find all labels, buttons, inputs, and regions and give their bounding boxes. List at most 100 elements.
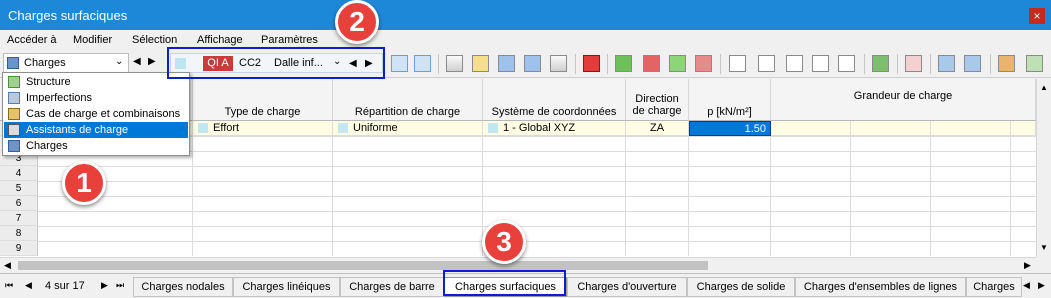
export-icon[interactable] [615, 55, 632, 72]
scroll-thumb[interactable] [18, 261, 708, 270]
tab-scroll-left-icon[interactable]: ◀ [1023, 280, 1030, 291]
table-cell[interactable] [931, 121, 1011, 136]
table-cell-system[interactable]: 1 - Global XYZ [483, 121, 626, 136]
vertical-scrollbar[interactable]: ▲ ▼ [1036, 79, 1051, 257]
callout-badge-1: 1 [62, 161, 106, 205]
last-page-icon[interactable]: ⏭ [116, 280, 124, 291]
align-bottom-icon[interactable] [964, 55, 981, 72]
table-cell[interactable] [771, 121, 851, 136]
tab-charges-lineiques[interactable]: Charges linéiques [233, 277, 340, 297]
dropdown-item-load-cases[interactable]: Cas de charge et combinaisons [4, 106, 188, 122]
filter-icon[interactable] [905, 55, 922, 72]
menu-bar: Accéder à Modifier Sélection Affichage P… [0, 30, 1051, 50]
row-number[interactable]: 7 [0, 211, 38, 226]
imperfections-icon [8, 92, 20, 104]
open-folder-icon[interactable] [472, 55, 489, 72]
column-header-grandeur-label: Grandeur de charge [853, 90, 953, 102]
color-swatch-icon [338, 123, 348, 133]
structure-icon [8, 76, 20, 88]
column-header-p-label: p [kN/m²] [707, 106, 752, 118]
scroll-up-icon[interactable]: ▲ [1040, 83, 1048, 92]
tab-charges-douverture[interactable]: Charges d'ouverture [567, 277, 687, 297]
tab-charges-more[interactable]: Charges [966, 277, 1022, 297]
remove-icon[interactable] [643, 55, 660, 72]
align-top-icon[interactable] [938, 55, 955, 72]
menu-acceder[interactable]: Accéder à [7, 34, 57, 46]
row-number[interactable]: 4 [0, 166, 38, 181]
menu-modifier[interactable]: Modifier [73, 34, 112, 46]
load-wizard-icon [8, 124, 20, 136]
tab-charges-de-barre[interactable]: Charges de barre [340, 277, 444, 297]
row-number[interactable]: 6 [0, 196, 38, 211]
table-cell[interactable] [1011, 121, 1036, 136]
move-left-icon[interactable] [669, 55, 686, 72]
scroll-corner [1036, 257, 1051, 273]
toolbar-separator [607, 54, 608, 74]
select-back-icon[interactable] [391, 55, 408, 72]
prev-arrow-icon[interactable]: ◀ [133, 56, 141, 67]
formula-clear-icon[interactable] [812, 55, 829, 72]
table-cell[interactable] [851, 121, 931, 136]
table-cell-p-selected[interactable]: 1.50 [689, 121, 771, 136]
window: Charges surfaciques × Accéder à Modifier… [0, 0, 1051, 298]
toolbar-separator [990, 54, 991, 74]
dropdown-item-load-wizards[interactable]: Assistants de charge [4, 122, 188, 138]
row-number[interactable]: 8 [0, 226, 38, 241]
tab-charges-ensembles-lignes[interactable]: Charges d'ensembles de lignes [795, 277, 966, 297]
insert-row-icon[interactable] [524, 55, 541, 72]
navigator-dropdown-list: Structure Imperfections Cas de charge et… [2, 72, 190, 156]
column-header-system[interactable]: Système de coordonnées [483, 79, 626, 121]
navigator-combo[interactable]: Charges ⌄ [3, 53, 129, 73]
column-header-repartition[interactable]: Répartition de charge [333, 79, 483, 121]
move-right-icon[interactable] [695, 55, 712, 72]
dropdown-item-label: Charges [26, 140, 68, 152]
column-header-type[interactable]: Type de charge [193, 79, 333, 121]
formula-edit-icon[interactable] [838, 55, 855, 72]
select-forward-icon[interactable] [414, 55, 431, 72]
window-icon[interactable] [729, 55, 746, 72]
dropdown-item-imperfections[interactable]: Imperfections [4, 90, 188, 106]
delete-icon[interactable] [583, 55, 600, 72]
table-cell-direction[interactable]: ZA [626, 121, 689, 136]
close-button[interactable]: × [1029, 8, 1045, 24]
menu-selection[interactable]: Sélection [132, 34, 177, 46]
dropdown-item-structure[interactable]: Structure [4, 74, 188, 90]
tab-charges-nodales[interactable]: Charges nodales [133, 277, 233, 297]
menu-parametres[interactable]: Paramètres [261, 34, 318, 46]
next-arrow-icon[interactable]: ▶ [148, 56, 156, 67]
column-header-p[interactable]: p [kN/m²] [689, 79, 771, 121]
add-row-icon[interactable] [498, 55, 515, 72]
table-cell-repartition[interactable]: Uniforme [333, 121, 483, 136]
highlight-box-tab [443, 270, 566, 296]
scroll-right-icon[interactable]: ▶ [1024, 260, 1031, 271]
tab-scroll-right-icon[interactable]: ▶ [1038, 280, 1045, 291]
menu-affichage[interactable]: Affichage [197, 34, 243, 46]
delete-row-icon[interactable] [550, 55, 567, 72]
column-header-grandeur[interactable]: Grandeur de charge [771, 79, 1036, 121]
decimal-icon[interactable] [1026, 55, 1043, 72]
scroll-down-icon[interactable]: ▼ [1040, 243, 1048, 252]
scroll-left-icon[interactable]: ◀ [4, 260, 11, 271]
column-header-direction[interactable]: Direction de charge [626, 79, 689, 121]
column-divider [688, 136, 689, 256]
toolbar-separator [575, 54, 576, 74]
prev-page-icon[interactable]: ◀ [25, 280, 32, 291]
callout-badge-2: 2 [335, 0, 379, 44]
excel-icon[interactable] [872, 55, 889, 72]
next-page-icon[interactable]: ▶ [101, 280, 108, 291]
tab-charges-de-solide[interactable]: Charges de solide [687, 277, 795, 297]
dropdown-item-label: Structure [26, 76, 71, 88]
row-number[interactable]: 9 [0, 241, 38, 256]
color-swatch-icon [198, 123, 208, 133]
settings-icon[interactable] [998, 55, 1015, 72]
table-view-icon[interactable] [446, 55, 463, 72]
navigator-combo-value: Charges [24, 57, 66, 69]
table-cell-type[interactable]: Effort [193, 121, 333, 136]
toolbar-separator [720, 54, 721, 74]
first-page-icon[interactable]: ⏮ [5, 280, 13, 291]
dropdown-item-loads[interactable]: Charges [4, 138, 188, 154]
text-format-icon[interactable] [758, 55, 775, 72]
formula-icon[interactable] [786, 55, 803, 72]
column-divider [625, 136, 626, 256]
row-number[interactable]: 5 [0, 181, 38, 196]
